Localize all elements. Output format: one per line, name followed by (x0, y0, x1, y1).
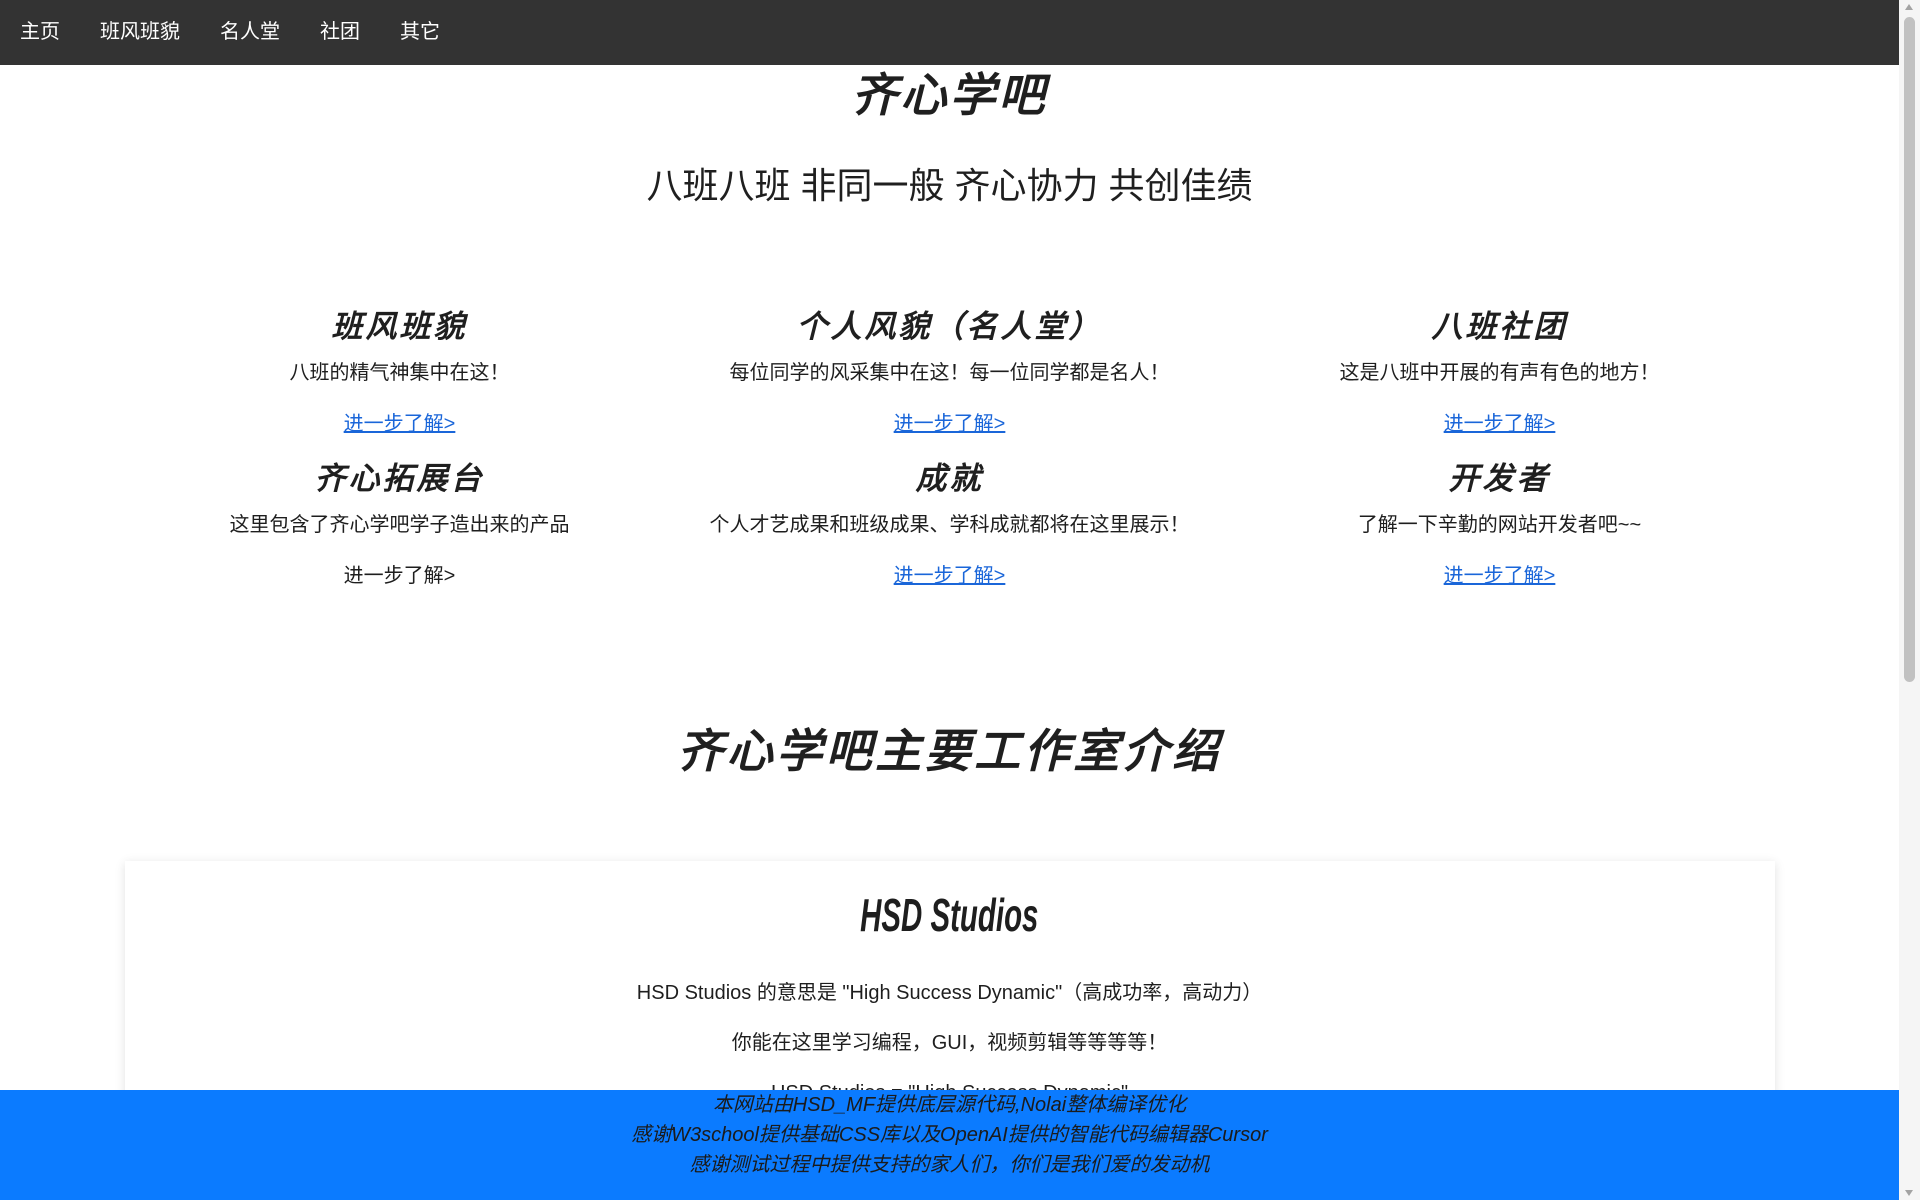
nav-item-hall-of-fame[interactable]: 名人堂 (200, 0, 300, 65)
feature-card-clubs: 八班社团 这是八班中开展的有声有色的地方！ 进一步了解> (1225, 307, 1775, 437)
nav-item-class-style[interactable]: 班风班貌 (80, 0, 200, 65)
studios-section-title: 齐心学吧主要工作室介绍 (677, 725, 1222, 777)
scroll-down-arrow-icon[interactable] (1905, 1190, 1913, 1196)
feature-title: 齐心拓展台 (314, 461, 485, 496)
feature-more-link[interactable]: 进一步了解> (894, 565, 1006, 587)
feature-card-hall-of-fame: 个人风貌（名人堂） 每位同学的风采集中在这！每一位同学都是名人！ 进一步了解> (675, 307, 1225, 437)
studio-card-paragraph: HSD Studios 的意思是 "High Success Dynamic"（… (636, 982, 1263, 1004)
footer-line: 感谢测试过程中提供支持的家人们，你们是我们爱的发动机 (689, 1154, 1210, 1176)
site-slogan: 八班八班 非同一般 齐心协力 共创佳绩 (646, 165, 1253, 206)
studio-card-title-text: HSD Studios (860, 889, 1039, 941)
feature-description: 八班的精气神集中在这！ (289, 362, 510, 384)
feature-description: 这是八班中开展的有声有色的地方！ (1339, 362, 1660, 384)
studio-card-title: HSD Studios (125, 889, 1775, 941)
feature-card-achievements: 成就 个人才艺成果和班级成果、学科成就都将在这里展示！ 进一步了解> (675, 459, 1225, 589)
feature-more-link[interactable]: 进一步了解> (344, 413, 456, 435)
feature-description: 每位同学的风采集中在这！每一位同学都是名人！ (729, 362, 1170, 384)
feature-description: 个人才艺成果和班级成果、学科成就都将在这里展示！ (709, 514, 1190, 536)
top-nav: 主页 班风班貌 名人堂 社团 其它 (0, 0, 1899, 65)
feature-title: 个人风貌（名人堂） (796, 309, 1103, 344)
feature-more-link[interactable]: 进一步了解> (1444, 413, 1556, 435)
feature-card-developers: 开发者 了解一下辛勤的网站开发者吧~~ 进一步了解> (1225, 459, 1775, 589)
nav-item-home[interactable]: 主页 (0, 0, 80, 65)
scrollbar[interactable] (1899, 0, 1920, 1200)
feature-title: 开发者 (1448, 461, 1551, 496)
site-title: 齐心学吧 (851, 69, 1048, 121)
studio-card-paragraph: 你能在这里学习编程，GUI，视频剪辑等等等等！ (731, 1032, 1168, 1054)
scroll-up-arrow-icon[interactable] (1905, 4, 1913, 10)
footer-line: 本网站由HSD_MF提供底层源代码,Nolai整体编译优化 (712, 1094, 1187, 1116)
footer: 本网站由HSD_MF提供底层源代码,Nolai整体编译优化 感谢W3school… (0, 1090, 1899, 1200)
feature-description: 这里包含了齐心学吧学子造出来的产品 (229, 514, 570, 536)
feature-title: 班风班貌 (331, 309, 468, 344)
page-viewport: 主页 班风班貌 名人堂 社团 其它 齐心学吧 八班八班 非同一般 齐心协力 共创… (0, 0, 1899, 1200)
feature-title: 成就 (915, 461, 984, 496)
feature-card-class-style: 班风班貌 八班的精气神集中在这！ 进一步了解> (125, 307, 675, 437)
feature-card-expansion: 齐心拓展台 这里包含了齐心学吧学子造出来的产品 进一步了解> (125, 459, 675, 589)
feature-description: 了解一下辛勤的网站开发者吧~~ (1357, 514, 1642, 536)
feature-grid: 班风班貌 八班的精气神集中在这！ 进一步了解> 个人风貌（名人堂） 每位同学的风… (125, 307, 1775, 589)
scrollbar-thumb[interactable] (1904, 17, 1915, 682)
feature-more-link[interactable]: 进一步了解> (1444, 565, 1556, 587)
feature-more-link[interactable]: 进一步了解> (894, 413, 1006, 435)
nav-item-other[interactable]: 其它 (380, 0, 460, 65)
footer-line: 感谢W3school提供基础CSS库以及OpenAI提供的智能代码编辑器Curs… (631, 1124, 1268, 1146)
nav-item-clubs[interactable]: 社团 (300, 0, 380, 65)
feature-title: 八班社团 (1431, 309, 1568, 344)
feature-more-text: 进一步了解> (343, 565, 456, 587)
